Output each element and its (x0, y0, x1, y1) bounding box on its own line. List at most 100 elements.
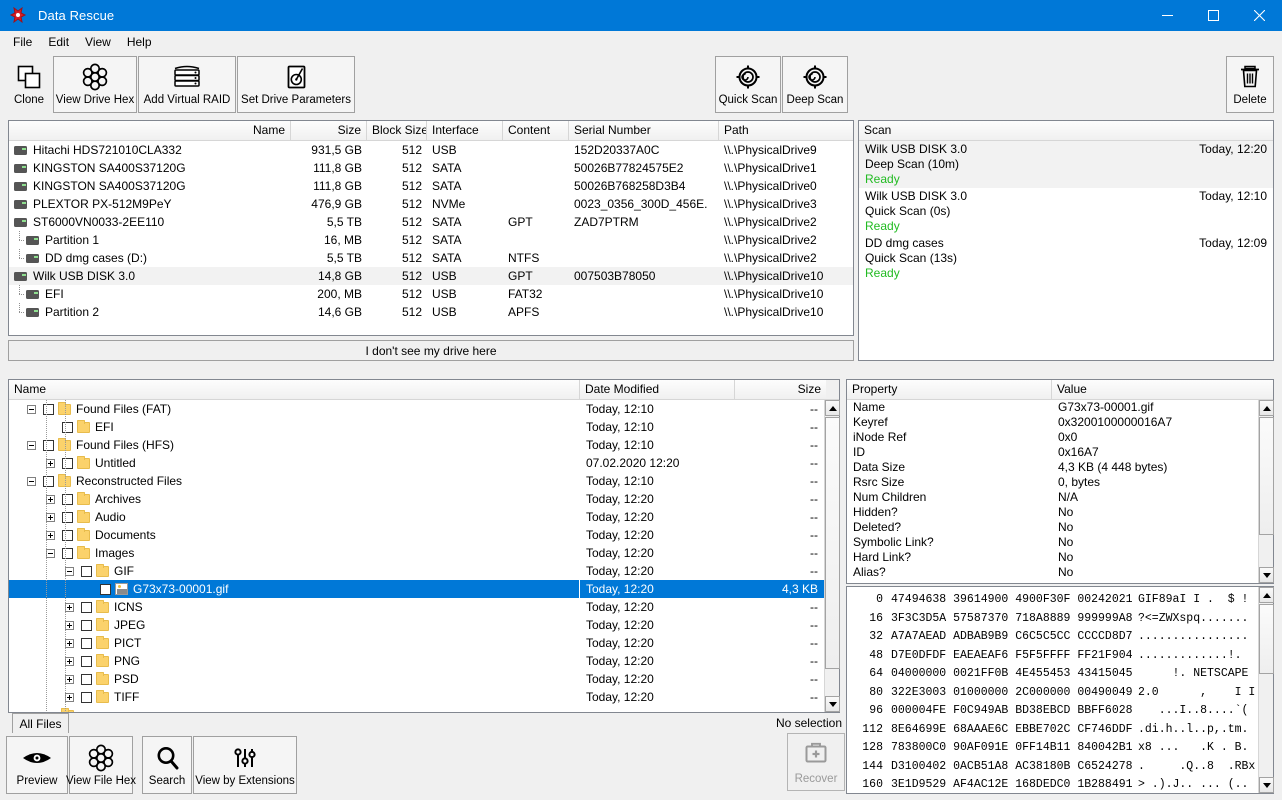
deep-scan-button[interactable]: Deep Scan (782, 56, 848, 113)
no-drive-button[interactable]: I don't see my drive here (8, 340, 854, 361)
scrollbar-thumb[interactable] (1259, 604, 1274, 674)
scan-history-item[interactable]: Wilk USB DISK 3.0Deep Scan (10m)ReadyTod… (859, 141, 1273, 188)
file-tree-row[interactable]: Found Files (FAT)Today, 12:10-- (9, 400, 824, 418)
property-row[interactable]: Hard Link?No (847, 550, 1258, 565)
file-tree-row[interactable]: AudioToday, 12:20-- (9, 508, 824, 526)
set-drive-parameters-button[interactable]: Set Drive Parameters (237, 56, 355, 113)
scroll-up-button[interactable] (1259, 587, 1274, 603)
hex-viewer-scrollbar[interactable] (1258, 587, 1273, 793)
scrollbar-thumb[interactable] (1259, 417, 1274, 535)
column-header-content[interactable]: Content (503, 121, 569, 140)
column-header-file-name[interactable]: Name (9, 380, 580, 399)
menu-item-view[interactable]: View (77, 33, 119, 51)
collapse-icon[interactable] (27, 441, 36, 450)
drive-row[interactable]: KINGSTON SA400S37120G111,8 GB512SATA5002… (9, 177, 853, 195)
search-button[interactable]: Search (142, 736, 192, 794)
property-row[interactable]: Symbolic Link?No (847, 535, 1258, 550)
column-header-name[interactable]: Name (9, 121, 291, 140)
drive-row[interactable]: KINGSTON SA400S37120G111,8 GB512SATA5002… (9, 159, 853, 177)
menu-item-file[interactable]: File (5, 33, 40, 51)
file-select-checkbox[interactable] (62, 494, 73, 505)
menu-item-edit[interactable]: Edit (40, 33, 77, 51)
drive-row[interactable]: Wilk USB DISK 3.014,8 GB512USBGPT007503B… (9, 267, 853, 285)
column-header-serial-number[interactable]: Serial Number (569, 121, 719, 140)
file-tree-scrollbar[interactable] (824, 400, 839, 712)
file-select-checkbox[interactable] (62, 512, 73, 523)
file-select-checkbox[interactable] (81, 602, 92, 613)
file-select-checkbox[interactable] (81, 638, 92, 649)
property-row[interactable]: Num ChildrenN/A (847, 490, 1258, 505)
file-tree-row[interactable]: G73x73-00001.gifToday, 12:204,3 KB (9, 580, 824, 598)
file-tree-row[interactable]: DocumentsToday, 12:20-- (9, 526, 824, 544)
file-select-checkbox[interactable] (81, 656, 92, 667)
scrollbar-thumb[interactable] (825, 417, 840, 669)
file-select-checkbox[interactable] (62, 530, 73, 541)
close-icon[interactable] (1236, 0, 1282, 31)
scan-history-item[interactable]: Wilk USB DISK 3.0Quick Scan (0s)ReadyTod… (859, 188, 1273, 235)
drive-row[interactable]: DD dmg cases (D:)5,5 TB512SATANTFS\\.\Ph… (9, 249, 853, 267)
drive-row[interactable]: Partition 214,6 GB512USBAPFS\\.\Physical… (9, 303, 853, 321)
drive-row[interactable]: Hitachi HDS721010CLA332931,5 GB512USB152… (9, 141, 853, 159)
property-row[interactable]: Keyref0x3200100000016A7 (847, 415, 1258, 430)
file-tree-row[interactable]: TIFFToday, 12:20-- (9, 688, 824, 706)
drive-row[interactable]: PLEXTOR PX-512M9PeY476,9 GB512NVMe0023_0… (9, 195, 853, 213)
property-row[interactable]: Deleted?No (847, 520, 1258, 535)
file-select-checkbox[interactable] (81, 674, 92, 685)
view-by-extensions-button[interactable]: View by Extensions (193, 736, 297, 794)
file-select-checkbox[interactable] (62, 458, 73, 469)
file-tree-row[interactable]: Reconstructed FilesToday, 12:10-- (9, 472, 824, 490)
column-header-date-modified[interactable]: Date Modified (580, 380, 735, 399)
preview-button[interactable]: Preview (6, 736, 68, 794)
column-header-value[interactable]: Value (1052, 380, 1273, 399)
clone-button[interactable]: Clone (6, 56, 52, 113)
scroll-down-button[interactable] (825, 696, 840, 712)
file-select-checkbox[interactable] (62, 422, 73, 433)
file-select-checkbox[interactable] (81, 566, 92, 577)
file-tree-row[interactable]: GIFToday, 12:20-- (9, 562, 824, 580)
file-tree-row[interactable]: JPEGToday, 12:20-- (9, 616, 824, 634)
delete-button[interactable]: Delete (1226, 56, 1274, 113)
collapse-icon[interactable] (27, 405, 36, 414)
scroll-down-button[interactable] (1259, 567, 1274, 583)
recover-button[interactable]: Recover (787, 733, 845, 791)
view-file-hex-button[interactable]: View File Hex (69, 736, 133, 794)
file-tree-row[interactable]: PICTToday, 12:20-- (9, 634, 824, 652)
drive-row[interactable]: EFI200, MB512USBFAT32\\.\PhysicalDrive10 (9, 285, 853, 303)
add-virtual-raid-button[interactable]: Add Virtual RAID (138, 56, 236, 113)
file-tree-row[interactable]: ArchivesToday, 12:20-- (9, 490, 824, 508)
property-row[interactable]: Data Size4,3 KB (4 448 bytes) (847, 460, 1258, 475)
view-drive-hex-button[interactable]: View Drive Hex (53, 56, 137, 113)
property-row[interactable]: Alias?No (847, 565, 1258, 580)
column-header-property[interactable]: Property (847, 380, 1052, 399)
file-select-checkbox[interactable] (43, 404, 54, 415)
scroll-up-button[interactable] (825, 400, 840, 416)
column-header-block-size[interactable]: Block Size (367, 121, 427, 140)
file-select-checkbox[interactable] (100, 584, 111, 595)
scroll-down-button[interactable] (1259, 777, 1274, 793)
menu-item-help[interactable]: Help (119, 33, 160, 51)
scan-history-item[interactable]: DD dmg casesQuick Scan (13s)ReadyToday, … (859, 235, 1273, 282)
file-select-checkbox[interactable] (62, 548, 73, 559)
file-select-checkbox[interactable] (81, 692, 92, 703)
collapse-icon[interactable] (27, 477, 36, 486)
property-row[interactable]: iNode Ref0x0 (847, 430, 1258, 445)
column-header-size[interactable]: Size (291, 121, 367, 140)
quick-scan-button[interactable]: Quick Scan (715, 56, 781, 113)
tab-all-files[interactable]: All Files (12, 713, 69, 733)
property-row[interactable]: ID0x16A7 (847, 445, 1258, 460)
file-select-checkbox[interactable] (43, 476, 54, 487)
file-tree-row[interactable]: Found Files (HFS)Today, 12:10-- (9, 436, 824, 454)
drive-row[interactable]: Partition 116, MB512SATA\\.\PhysicalDriv… (9, 231, 853, 249)
column-header-interface[interactable]: Interface (427, 121, 503, 140)
property-row[interactable]: Hidden?No (847, 505, 1258, 520)
property-row[interactable]: NameG73x73-00001.gif (847, 400, 1258, 415)
file-tree-row-partial[interactable] (9, 706, 824, 712)
file-select-checkbox[interactable] (43, 440, 54, 451)
file-tree-row[interactable]: ICNSToday, 12:20-- (9, 598, 824, 616)
property-row[interactable]: Rsrc Size0, bytes (847, 475, 1258, 490)
maximize-icon[interactable] (1190, 0, 1236, 31)
column-header-scan[interactable]: Scan (859, 121, 1273, 140)
file-tree-row[interactable]: PSDToday, 12:20-- (9, 670, 824, 688)
file-tree-row[interactable]: Untitled07.02.2020 12:20-- (9, 454, 824, 472)
minimize-icon[interactable] (1144, 0, 1190, 31)
